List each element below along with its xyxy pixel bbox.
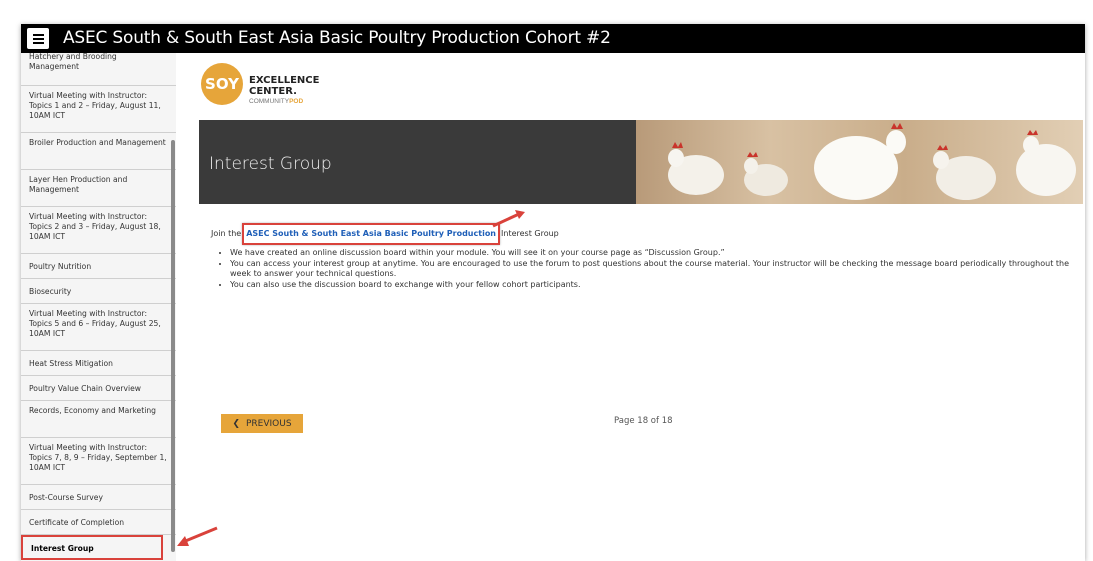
- logo-line-2: CENTER.: [249, 86, 297, 97]
- annotation-arrow-icon: [492, 210, 525, 228]
- course-title: ASEC South & South East Asia Basic Poult…: [63, 28, 611, 48]
- logo-badge: SOY: [201, 63, 243, 105]
- join-line: Join the ASEC South & South East Asia Bas…: [211, 223, 1071, 245]
- page-banner: Interest Group: [199, 120, 1083, 204]
- main-content: Join the ASEC South & South East Asia Bas…: [211, 223, 1071, 290]
- sidebar-item-certificate[interactable]: Certificate of Completion: [21, 510, 176, 535]
- sidebar-item-virtual-meeting-1[interactable]: Virtual Meeting with Instructor: Topics …: [21, 86, 176, 133]
- chevron-left-icon: ❮: [232, 418, 240, 429]
- annotation-arrow-icon: [177, 526, 218, 546]
- list-item: You can access your interest group at an…: [230, 259, 1071, 280]
- sidebar-item-layer-hen[interactable]: Layer Hen Production and Management: [21, 170, 176, 207]
- sidebar-item-hatchery[interactable]: Hatchery and Brooding Management: [21, 53, 176, 86]
- sidebar-item-biosecurity[interactable]: Biosecurity: [21, 279, 176, 304]
- logo-community: COMMUNITY: [249, 98, 290, 105]
- join-prefix: Join the: [211, 229, 242, 238]
- app-window: ASEC South & South East Asia Basic Poult…: [21, 24, 1085, 561]
- sidebar-item-value-chain[interactable]: Poultry Value Chain Overview: [21, 376, 176, 401]
- logo-pod: POD: [289, 98, 304, 105]
- sidebar-item-virtual-meeting-2[interactable]: Virtual Meeting with Instructor: Topics …: [21, 207, 176, 254]
- list-item: You can also use the discussion board to…: [230, 280, 1071, 291]
- logo-line-3: COMMUNITYPOD: [249, 98, 303, 105]
- sidebar-item-records-economy[interactable]: Records, Economy and Marketing: [21, 401, 176, 438]
- sidebar-item-broiler[interactable]: Broiler Production and Management: [21, 133, 176, 170]
- instructions-list: We have created an online discussion boa…: [211, 248, 1071, 290]
- sidebar-item-virtual-meeting-3[interactable]: Virtual Meeting with Instructor: Topics …: [21, 304, 176, 351]
- top-bar: ASEC South & South East Asia Basic Poult…: [21, 24, 1085, 53]
- sidebar-item-heat-stress[interactable]: Heat Stress Mitigation: [21, 351, 176, 376]
- previous-button[interactable]: ❮ PREVIOUS: [221, 414, 303, 433]
- sidebar-item-interest-group[interactable]: Interest Group: [21, 535, 163, 560]
- course-sidebar: Hatchery and Brooding Management Virtual…: [21, 53, 176, 561]
- page-indicator: Page 18 of 18: [614, 416, 673, 426]
- sidebar-item-poultry-nutrition[interactable]: Poultry Nutrition: [21, 254, 176, 279]
- hamburger-menu-icon[interactable]: [27, 28, 49, 49]
- sidebar-item-virtual-meeting-4[interactable]: Virtual Meeting with Instructor: Topics …: [21, 438, 176, 485]
- chickens-illustration: [668, 123, 1076, 200]
- sidebar-item-post-course-survey[interactable]: Post-Course Survey: [21, 485, 176, 510]
- logo-line-1: EXCELLENCE: [249, 75, 320, 86]
- interest-group-link[interactable]: ASEC South & South East Asia Basic Poult…: [242, 223, 501, 245]
- chickens-banner-image: [636, 120, 1083, 204]
- sidebar-scroll-track: [176, 53, 194, 561]
- join-suffix: Interest Group: [501, 229, 559, 238]
- page-title: Interest Group: [209, 154, 332, 174]
- sidebar-scrollbar[interactable]: [171, 140, 175, 552]
- list-item: We have created an online discussion boa…: [230, 248, 1071, 259]
- previous-label: PREVIOUS: [245, 418, 292, 429]
